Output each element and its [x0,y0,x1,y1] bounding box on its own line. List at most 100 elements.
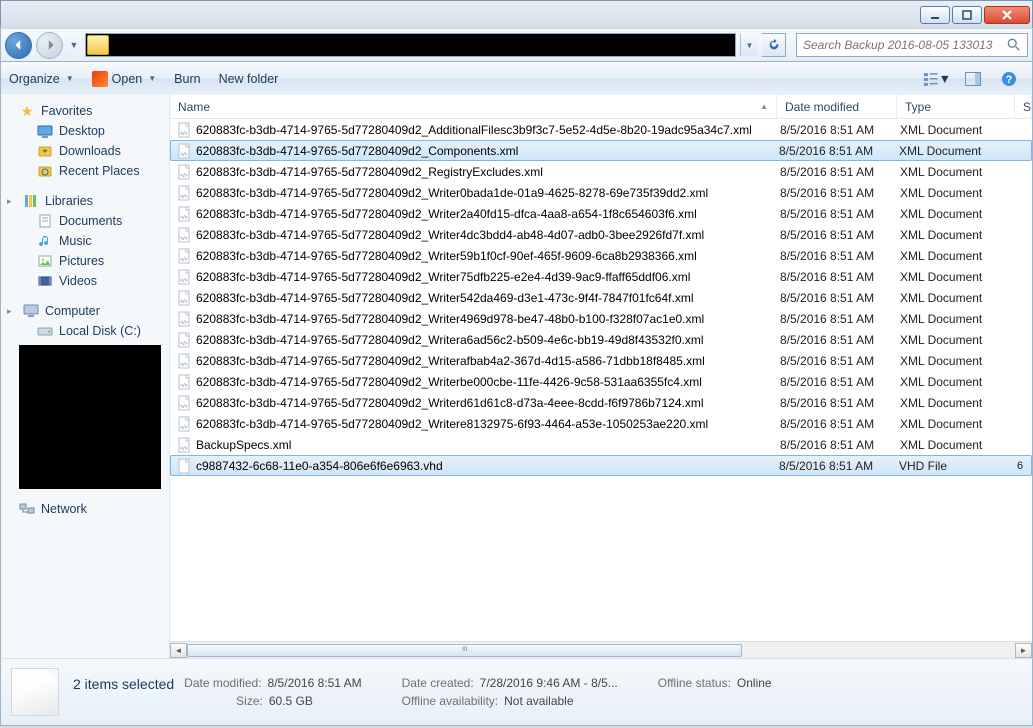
open-button[interactable]: Open▼ [92,71,157,87]
address-dropdown[interactable]: ▼ [740,34,758,56]
column-headers: Name▲ Date modified Type S [170,95,1032,119]
svg-text:</>: </> [180,362,187,368]
sidebar-network[interactable]: Network [1,499,169,519]
sidebar-item-videos[interactable]: Videos [1,271,169,291]
column-name[interactable]: Name▲ [170,95,777,118]
file-row[interactable]: </>620883fc-b3db-4714-9765-5d77280409d2_… [170,392,1032,413]
file-row[interactable]: </>BackupSpecs.xml8/5/2016 8:51 AMXML Do… [170,434,1032,455]
file-row[interactable]: </>620883fc-b3db-4714-9765-5d77280409d2_… [170,203,1032,224]
file-row[interactable]: </>620883fc-b3db-4714-9765-5d77280409d2_… [170,182,1032,203]
minimize-button[interactable] [920,6,950,24]
file-icon: </> [176,227,192,243]
svg-text:</>: </> [180,152,187,158]
file-date: 8/5/2016 8:51 AM [780,312,900,326]
file-type: XML Document [900,270,1018,284]
file-type: XML Document [899,144,1017,158]
view-options-button[interactable]: ▼ [922,68,952,90]
svg-text:</>: </> [180,341,187,347]
file-date: 8/5/2016 8:51 AM [780,291,900,305]
burn-button[interactable]: Burn [174,72,200,86]
file-name: 620883fc-b3db-4714-9765-5d77280409d2_Reg… [196,165,543,179]
organize-button[interactable]: Organize▼ [9,72,74,86]
column-date[interactable]: Date modified [777,95,897,118]
preview-pane-button[interactable] [958,68,988,90]
scroll-thumb[interactable] [187,644,742,657]
file-type: XML Document [900,165,1018,179]
file-icon: </> [176,311,192,327]
file-date: 8/5/2016 8:51 AM [780,354,900,368]
sidebar-item-music[interactable]: Music [1,231,169,251]
svg-text:</>: </> [180,425,187,431]
maximize-button[interactable] [952,6,982,24]
file-name: 620883fc-b3db-4714-9765-5d77280409d2_Wri… [196,249,697,263]
sidebar-item-documents[interactable]: Documents [1,211,169,231]
details-pane: 2 items selected Date modified:8/5/2016 … [0,658,1033,726]
help-button[interactable]: ? [994,68,1024,90]
file-row[interactable]: </>620883fc-b3db-4714-9765-5d77280409d2_… [170,371,1032,392]
column-type[interactable]: Type [897,95,1015,118]
file-row[interactable]: </>620883fc-b3db-4714-9765-5d77280409d2_… [170,413,1032,434]
file-type: XML Document [900,396,1018,410]
new-folder-button[interactable]: New folder [219,72,279,86]
refresh-button[interactable] [762,33,786,57]
file-date: 8/5/2016 8:51 AM [780,396,900,410]
address-bar[interactable] [85,33,736,57]
horizontal-scrollbar[interactable]: ◄ ► [170,641,1032,658]
sidebar-item-pictures[interactable]: Pictures [1,251,169,271]
file-size: 6 [1017,460,1031,472]
scroll-right-button[interactable]: ► [1015,643,1032,658]
file-date: 8/5/2016 8:51 AM [780,207,900,221]
file-list[interactable]: </> 620883fc-b3db-4714-9765-5d77280409d2_… [170,119,1032,641]
search-input[interactable] [803,38,1007,52]
file-row[interactable]: </> 620883fc-b3db-4714-9765-5d77280409d2_… [170,245,1032,266]
svg-text:</>: </> [180,446,187,452]
date-modified-label: Date modified: [184,676,261,690]
file-icon: </> [176,248,192,264]
forward-button[interactable] [36,32,63,59]
new-folder-label: New folder [219,72,279,86]
file-row[interactable]: c9887432-6c68-11e0-a354-806e6f6e6963.vhd… [170,455,1032,476]
file-type: XML Document [900,333,1018,347]
svg-text:</>: </> [180,194,187,200]
column-size[interactable]: S [1015,95,1032,118]
file-row[interactable]: </>620883fc-b3db-4714-9765-5d77280409d2_… [170,224,1032,245]
sidebar-item-localdisk[interactable]: Local Disk (C:) [1,321,169,341]
sidebar-item-recent[interactable]: Recent Places [1,161,169,181]
file-date: 8/5/2016 8:51 AM [780,333,900,347]
scroll-track[interactable] [187,643,1015,658]
svg-text:</>: </> [180,383,187,389]
sidebar-item-downloads[interactable]: Downloads [1,141,169,161]
date-modified-value: 8/5/2016 8:51 AM [268,676,362,690]
file-row[interactable]: </> 620883fc-b3db-4714-9765-5d77280409d2_… [170,161,1032,182]
file-name: 620883fc-b3db-4714-9765-5d77280409d2_Wri… [196,270,690,284]
back-button[interactable] [5,32,32,59]
sidebar-label: Desktop [59,124,105,138]
open-label: Open [112,72,143,86]
file-icon: </> [176,269,192,285]
main-area: ★Favorites Desktop Downloads Recent Plac… [0,95,1033,658]
close-button[interactable] [984,6,1030,24]
sidebar-item-desktop[interactable]: Desktop [1,121,169,141]
file-row[interactable]: </>620883fc-b3db-4714-9765-5d77280409d2_… [170,287,1032,308]
file-list-pane: Name▲ Date modified Type S </> 620883fc-b… [170,95,1032,658]
file-row[interactable]: </>620883fc-b3db-4714-9765-5d77280409d2_… [170,140,1032,161]
date-created-value: 7/28/2016 9:46 AM - 8/5... [480,676,618,690]
file-icon: </> [176,164,192,180]
file-name: 620883fc-b3db-4714-9765-5d77280409d2_Wri… [196,312,704,326]
sidebar-libraries[interactable]: ▸Libraries [1,191,169,211]
help-icon: ? [1001,71,1017,87]
history-dropdown[interactable]: ▼ [67,40,81,50]
search-box[interactable] [796,33,1028,57]
file-row[interactable]: </>620883fc-b3db-4714-9765-5d77280409d2_… [170,119,1032,140]
sidebar-computer[interactable]: ▸Computer [1,301,169,321]
column-label: Name [178,100,210,114]
file-row[interactable]: </>620883fc-b3db-4714-9765-5d77280409d2_… [170,350,1032,371]
file-row[interactable]: </> 620883fc-b3db-4714-9765-5d77280409d2_… [170,266,1032,287]
sidebar-favorites[interactable]: ★Favorites [1,101,169,121]
svg-text:</>: </> [180,131,187,137]
file-type: XML Document [900,186,1018,200]
file-row[interactable]: </>620883fc-b3db-4714-9765-5d77280409d2_… [170,329,1032,350]
file-date: 8/5/2016 8:51 AM [779,144,899,158]
scroll-left-button[interactable]: ◄ [170,643,187,658]
file-row[interactable]: </> 620883fc-b3db-4714-9765-5d77280409d2_… [170,308,1032,329]
